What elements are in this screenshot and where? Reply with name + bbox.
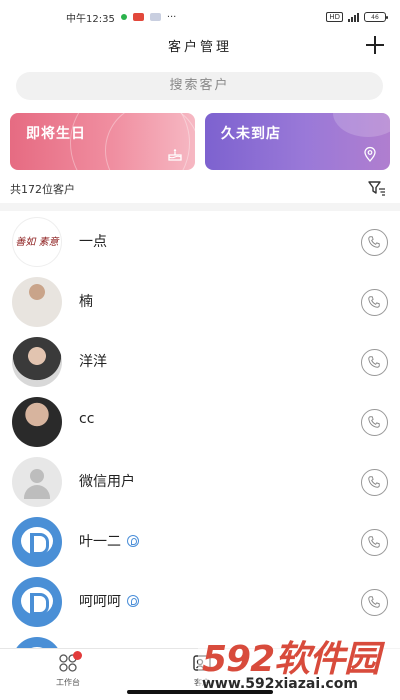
- phone-icon: [368, 416, 380, 428]
- customer-name: 楠: [79, 294, 93, 310]
- add-customer-button[interactable]: [364, 34, 386, 56]
- phone-icon: [368, 536, 380, 548]
- customer-row[interactable]: cc: [0, 391, 400, 451]
- battery-level: 46: [371, 13, 379, 21]
- cake-icon: [168, 149, 182, 161]
- avatar: [12, 277, 62, 327]
- wechat-notification-icon: [120, 14, 127, 20]
- wechat-linked-icon: [127, 535, 139, 547]
- customer-row[interactable]: 洋洋: [0, 331, 400, 391]
- customer-row[interactable]: 楠: [0, 271, 400, 331]
- card-label: 久未到店: [221, 126, 281, 142]
- avatar: [12, 337, 62, 387]
- card-decoration: [333, 113, 390, 137]
- customer-row[interactable]: 呵呵呵: [0, 571, 400, 631]
- customer-row[interactable]: 微信用户: [0, 451, 400, 511]
- home-indicator[interactable]: [127, 690, 273, 694]
- filter-icon[interactable]: [368, 180, 386, 196]
- phone-icon: [368, 236, 380, 248]
- phone-icon: [368, 476, 380, 488]
- gallery-notification-icon: [149, 13, 161, 21]
- location-pin-icon: [364, 146, 376, 162]
- app-logo-icon: [12, 577, 62, 627]
- battery-icon: 46: [364, 12, 388, 22]
- customer-name: 洋洋: [79, 354, 107, 370]
- call-button[interactable]: [361, 409, 388, 436]
- avatar: 善如 素意: [12, 217, 62, 267]
- phone-icon: [368, 356, 380, 368]
- status-time: 中午12:35: [66, 13, 115, 25]
- long-absent-card[interactable]: 久未到店: [205, 113, 390, 170]
- customer-name: 一点: [79, 234, 107, 250]
- page-title: 客户管理: [167, 40, 232, 55]
- avatar-calligraphy: 善如 素意: [15, 236, 59, 248]
- customer-row[interactable]: 善如 素意 一点: [0, 211, 400, 271]
- app-logo-icon: [12, 517, 62, 567]
- status-more: ···: [166, 11, 177, 23]
- phone-icon: [368, 296, 380, 308]
- app-notification-icon: [132, 13, 144, 21]
- signal-icon: [348, 12, 359, 22]
- notification-badge: [73, 651, 82, 660]
- call-button[interactable]: [361, 589, 388, 616]
- section-divider: [0, 203, 400, 211]
- phone-icon: [368, 596, 380, 608]
- call-button[interactable]: [361, 529, 388, 556]
- card-label: 即将生日: [26, 126, 86, 142]
- upcoming-birthday-card[interactable]: 即将生日: [10, 113, 195, 170]
- customer-name: 叶一二: [79, 534, 121, 550]
- customer-name: 微信用户: [79, 474, 135, 490]
- customer-list: 善如 素意 一点 楠 洋洋 cc 微信用户 叶一二 呵呵呵: [0, 211, 400, 659]
- call-button[interactable]: [361, 349, 388, 376]
- status-bar: 中午12:35 ··· HD 46: [0, 0, 400, 34]
- avatar: [12, 397, 62, 447]
- tab-label: 工作台: [56, 678, 80, 687]
- hd-network-icon: HD: [326, 12, 343, 22]
- header: 客户管理: [0, 34, 400, 58]
- call-button[interactable]: [361, 469, 388, 496]
- workbench-icon: [58, 651, 82, 673]
- customer-name: 呵呵呵: [79, 594, 121, 610]
- search-input[interactable]: 搜索客户: [16, 72, 383, 100]
- tab-workbench[interactable]: 工作台: [38, 651, 98, 688]
- customer-count: 共172位客户: [10, 183, 75, 196]
- wechat-linked-icon: [127, 595, 139, 607]
- customer-row[interactable]: 叶一二: [0, 511, 400, 571]
- customer-name: cc: [79, 411, 95, 427]
- call-button[interactable]: [361, 229, 388, 256]
- watermark-brand: 592软件园: [202, 639, 380, 680]
- call-button[interactable]: [361, 289, 388, 316]
- default-user-icon: [12, 457, 62, 507]
